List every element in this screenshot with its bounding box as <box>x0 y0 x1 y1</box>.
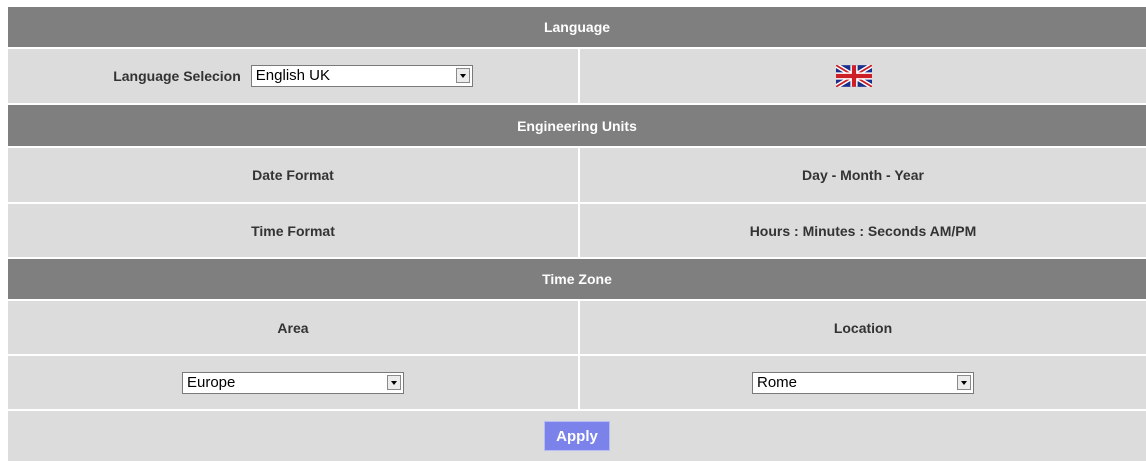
date-format-value: Day - Month - Year <box>802 167 924 183</box>
time-zone-title: Time Zone <box>542 271 612 287</box>
time-format-label: Time Format <box>251 222 335 239</box>
uk-flag-icon <box>836 65 872 87</box>
date-format-value-cell: Day - Month - Year <box>580 148 1146 202</box>
area-select-value: Europe <box>187 373 236 391</box>
area-label: Area <box>277 319 309 336</box>
location-label: Location <box>833 319 893 336</box>
language-flag-cell <box>580 49 1146 103</box>
language-select-value: English UK <box>255 67 330 84</box>
language-selection-cell: Language Selecion English UK <box>8 49 578 103</box>
language-section-header: Language <box>8 7 1146 47</box>
language-header-title: Language <box>543 19 611 35</box>
chevron-down-icon[interactable] <box>387 374 401 390</box>
area-select-cell: Europe <box>8 356 578 409</box>
time-format-value: Hours : Minutes : Seconds AM/PM <box>749 222 977 239</box>
area-location-label-row: Area Location <box>8 301 1146 354</box>
location-select[interactable]: Rome <box>752 371 974 394</box>
area-select[interactable]: Europe <box>182 371 404 394</box>
language-selection-row: Language Selecion English UK <box>8 49 1146 103</box>
location-select-value: Rome <box>757 373 798 391</box>
apply-row: Apply <box>8 411 1146 461</box>
chevron-down-icon[interactable] <box>455 68 470 83</box>
time-format-label-cell: Time Format <box>8 204 578 257</box>
date-format-label: Date Format <box>252 167 334 183</box>
language-select[interactable]: English UK <box>250 65 473 87</box>
date-format-label-cell: Date Format <box>8 148 578 202</box>
language-selection-label: Language Selecion <box>113 68 241 84</box>
chevron-down-icon[interactable] <box>957 374 971 390</box>
location-select-cell: Rome <box>580 356 1146 409</box>
apply-cell: Apply <box>8 411 1146 461</box>
time-format-value-cell: Hours : Minutes : Seconds AM/PM <box>580 204 1146 257</box>
date-format-row: Date Format Day - Month - Year <box>8 148 1146 202</box>
settings-panel: Language Language Selecion English UK En… <box>8 7 1146 461</box>
time-format-row: Time Format Hours : Minutes : Seconds AM… <box>8 204 1146 257</box>
engineering-units-header: Engineering Units <box>8 105 1146 146</box>
location-label-cell: Location <box>580 301 1146 354</box>
area-label-cell: Area <box>8 301 578 354</box>
area-location-select-row: Europe Rome <box>8 356 1146 409</box>
apply-button[interactable]: Apply <box>544 421 610 451</box>
engineering-units-title: Engineering Units <box>517 117 637 134</box>
time-zone-header: Time Zone <box>8 259 1146 299</box>
